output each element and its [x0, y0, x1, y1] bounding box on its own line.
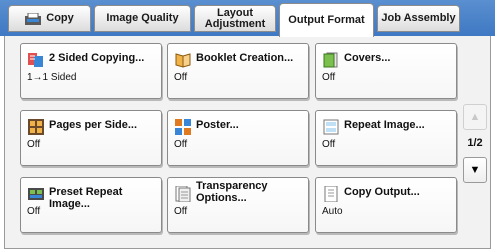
poster-button[interactable]: Poster... Off — [167, 110, 309, 166]
scroll-down-button[interactable]: ▼ — [463, 157, 487, 183]
feature-title: Booklet Creation... — [196, 52, 294, 64]
booklet-icon — [175, 53, 191, 68]
feature-title: Covers... — [344, 52, 391, 64]
transparency-icon — [175, 186, 191, 202]
covers-button[interactable]: Covers... Off — [315, 43, 457, 99]
feature-value: Off — [174, 72, 188, 83]
repeat-image-icon — [323, 119, 339, 135]
tab-image-quality[interactable]: Image Quality — [94, 5, 191, 32]
feature-title: Preset Repeat Image... — [49, 186, 123, 210]
arrow-down-icon: ▼ — [469, 164, 481, 176]
repeat-image-button[interactable]: Repeat Image... Off — [315, 110, 457, 166]
pages-per-side-icon — [28, 119, 44, 135]
tab-output-format[interactable]: Output Format — [279, 3, 374, 37]
copy-output-button[interactable]: Copy Output... Auto — [315, 177, 457, 233]
scroll-up-button[interactable]: ▲ — [463, 104, 487, 130]
feature-value: Off — [322, 72, 336, 83]
pages-per-side-button[interactable]: Pages per Side... Off — [20, 110, 162, 166]
tab-bar: Copy Image Quality Layout Adjustment Out… — [0, 0, 495, 37]
feature-title: Copy Output... — [344, 186, 420, 198]
tab-label: Layout Adjustment — [204, 6, 266, 30]
covers-icon — [323, 52, 338, 68]
feature-value: 1→1 Sided — [27, 72, 77, 83]
feature-title: Transparency Options... — [196, 180, 268, 204]
booklet-creation-button[interactable]: Booklet Creation... Off — [167, 43, 309, 99]
feature-value: Off — [174, 139, 188, 150]
arrow-up-icon: ▲ — [469, 111, 481, 123]
feature-title: Pages per Side... — [49, 119, 138, 131]
feature-value: Off — [27, 206, 41, 217]
page-indicator: 1/2 — [467, 137, 483, 149]
tab-copy[interactable]: Copy — [8, 5, 91, 32]
feature-title: 2 Sided Copying... — [49, 52, 145, 64]
two-sided-copying-button[interactable]: 2 Sided Copying... 1→1 Sided — [20, 43, 162, 99]
feature-value: Off — [322, 139, 336, 150]
tab-label: Image Quality — [106, 12, 179, 24]
preset-repeat-image-button[interactable]: Preset Repeat Image... Off — [20, 177, 162, 233]
feature-title: Repeat Image... — [344, 119, 425, 131]
tab-label: Job Assembly — [381, 12, 456, 24]
tab-label: Copy — [46, 12, 74, 24]
tab-label: Output Format — [288, 14, 365, 26]
feature-value: Off — [174, 206, 188, 217]
tab-job-assembly[interactable]: Job Assembly — [377, 5, 460, 32]
transparency-options-button[interactable]: Transparency Options... Off — [167, 177, 309, 233]
poster-icon — [175, 119, 191, 135]
feature-title: Poster... — [196, 119, 239, 131]
preset-repeat-image-icon — [28, 188, 44, 200]
copy-output-icon — [324, 186, 338, 202]
copy-icon — [25, 12, 42, 25]
tab-layout-adjustment[interactable]: Layout Adjustment — [194, 5, 276, 32]
feature-value: Auto — [322, 206, 343, 217]
two-sided-icon — [28, 53, 43, 67]
feature-value: Off — [27, 139, 41, 150]
